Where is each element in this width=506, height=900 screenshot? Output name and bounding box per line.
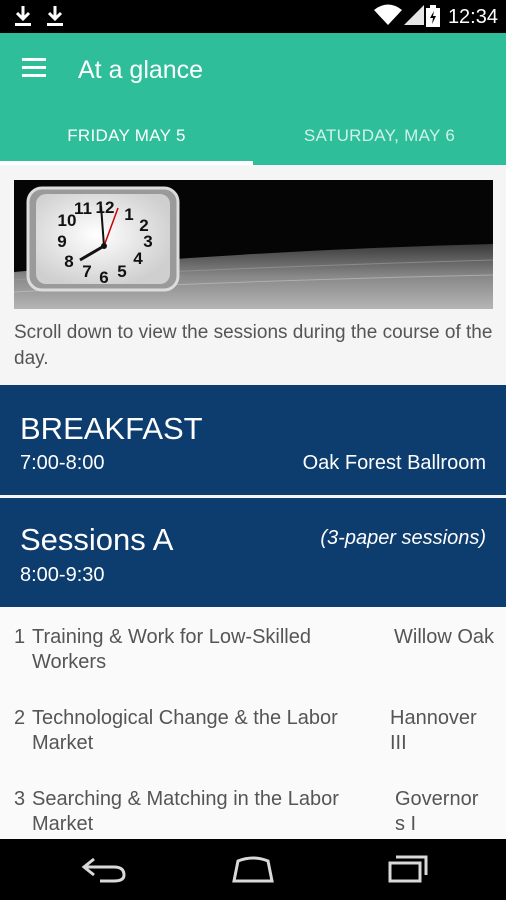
sessions-list: 1 Training & Work for Low-Skilled Worker… [0,607,506,839]
page-title: At a glance [78,56,204,84]
session-row[interactable]: 1 Training & Work for Low-Skilled Worker… [0,625,506,703]
session-title: Training & Work for Low-Skilled Workers [32,626,311,673]
clock-image: 12 1 2 3 4 5 6 7 8 9 10 11 [14,180,493,309]
download-icon [47,6,63,26]
day-tabs: FRIDAY MAY 5 SATURDAY, MAY 6 [0,115,506,165]
block-location: Oak Forest Ballroom [302,452,486,474]
svg-text:6: 6 [99,268,108,287]
tab-friday[interactable]: FRIDAY MAY 5 [0,115,253,165]
breakfast-block[interactable]: BREAKFAST 7:00-8:00 Oak Forest Ballroom [0,385,506,495]
tab-indicator [0,161,253,165]
recents-icon[interactable] [380,853,428,885]
session-row[interactable]: 2 Technological Change & the Labor Marke… [0,706,506,784]
svg-text:4: 4 [133,249,143,268]
wifi-icon [374,4,402,25]
block-note: (3-paper sessions) [320,527,486,549]
battery-icon [426,5,440,27]
session-title: Technological Change & the Labor Market [32,707,338,754]
block-title: BREAKFAST [20,411,203,446]
session-room: Governor s I [395,788,479,835]
system-nav-bar [0,839,506,900]
session-room: Willow Oak [394,626,495,648]
download-icon [15,6,31,26]
block-time: 8:00-9:30 [20,564,105,586]
tab-saturday[interactable]: SATURDAY, MAY 6 [253,115,506,165]
signal-icon [404,5,424,25]
intro-caption: Scroll down to view the sessions during … [14,322,493,369]
svg-text:3: 3 [143,232,152,251]
svg-text:11: 11 [74,199,92,218]
block-title: Sessions A [20,522,174,557]
session-number: 3 [14,788,26,810]
session-room: Hannover III [390,707,477,754]
session-number: 1 [14,626,26,648]
tab-label: FRIDAY MAY 5 [67,126,186,145]
session-title: Searching & Matching in the Labor Market [32,788,339,835]
svg-text:5: 5 [117,262,126,281]
sessions-a-block[interactable]: Sessions A (3-paper sessions) 8:00-9:30 [0,498,506,607]
home-icon[interactable] [228,853,278,885]
status-time: 12:34 [447,6,498,28]
block-time: 7:00-8:00 [20,452,105,474]
session-row[interactable]: 3 Searching & Matching in the Labor Mark… [0,787,506,839]
app-bar: At a glance FRIDAY MAY 5 SATURDAY, MAY 6 [0,33,506,165]
status-bar: 12:34 [0,0,506,33]
session-number: 2 [14,707,26,729]
svg-text:9: 9 [57,232,66,251]
menu-icon[interactable] [20,55,50,81]
svg-text:8: 8 [64,252,73,271]
svg-text:1: 1 [124,205,133,224]
back-icon[interactable] [80,853,128,885]
tab-label: SATURDAY, MAY 6 [303,126,456,145]
svg-text:12: 12 [96,198,115,217]
svg-text:7: 7 [82,262,91,281]
